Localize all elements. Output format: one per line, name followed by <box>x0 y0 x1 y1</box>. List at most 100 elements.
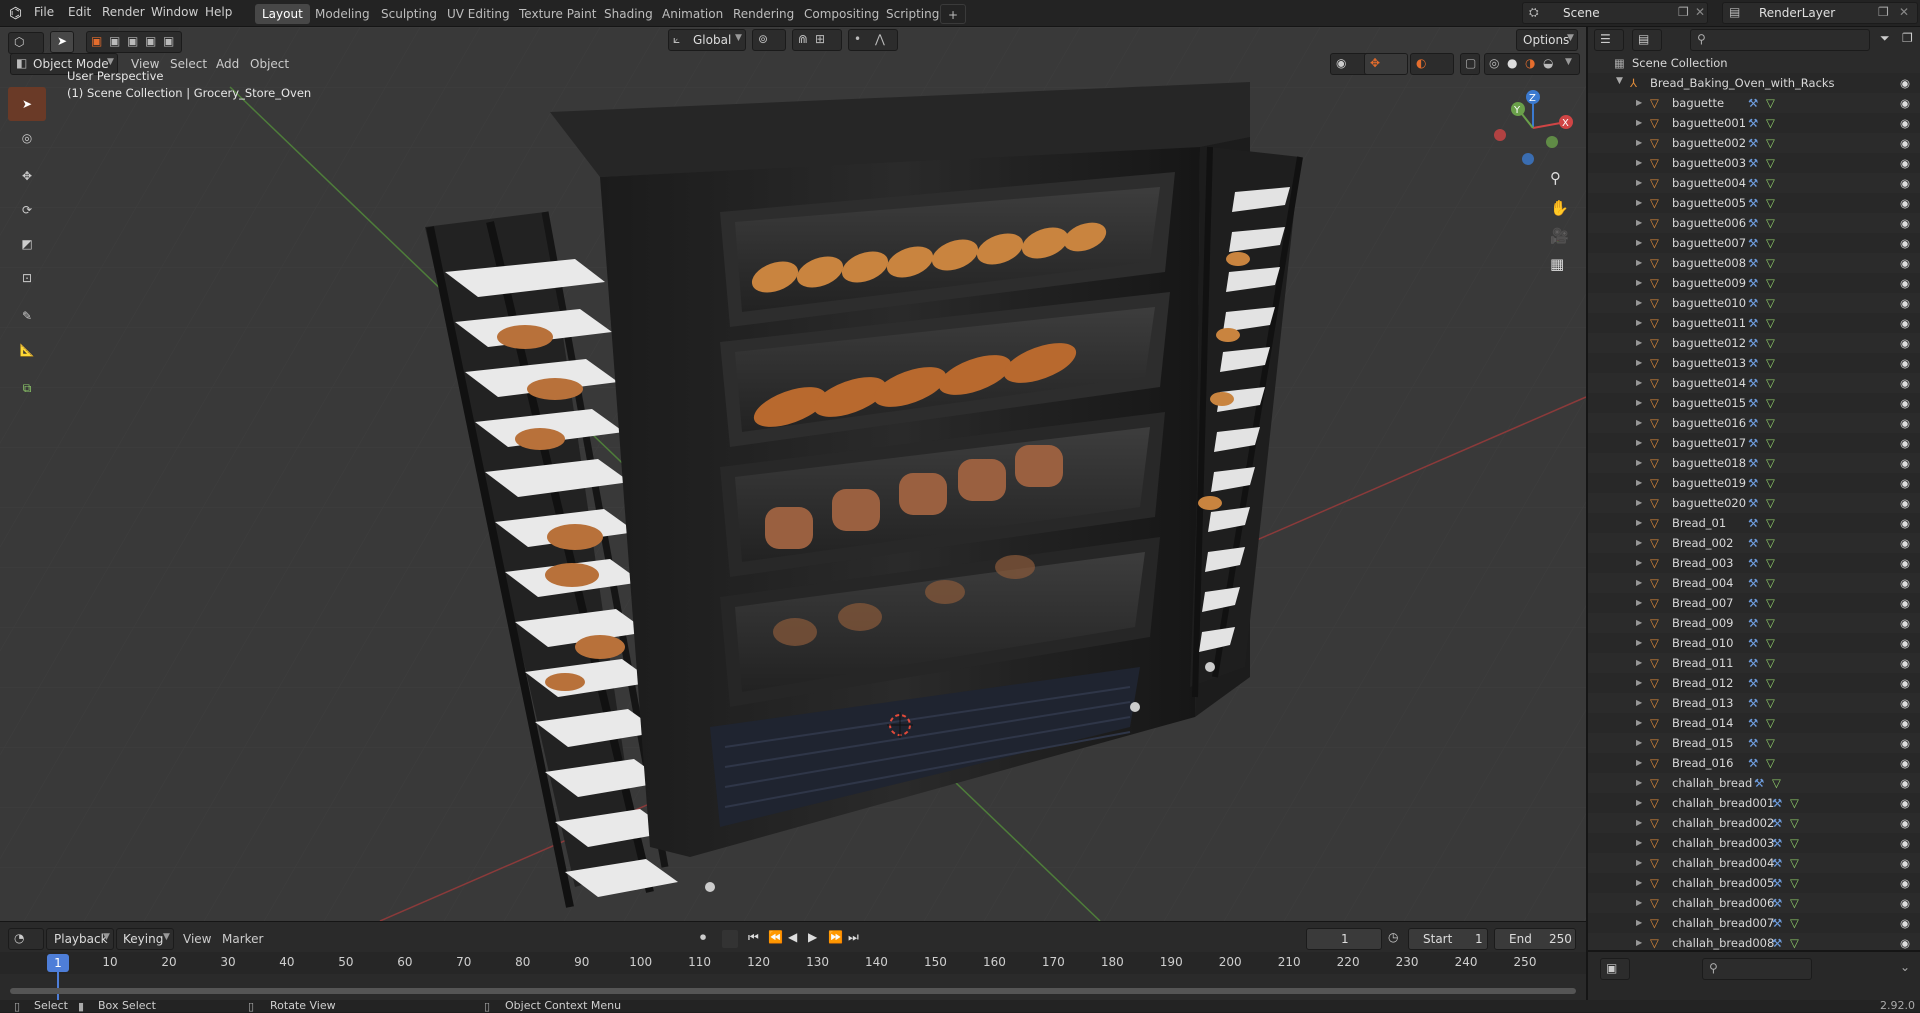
3d-viewport[interactable]: ⬡ ➤ ▣ ▣ ▣ ▣ ▣ ◧ Object Mode ▼ View Selec… <box>0 27 1586 921</box>
timeline-editor-type[interactable]: ◔ <box>8 928 44 950</box>
outliner-object-row[interactable]: ▶ ▽ baguette016 ⚒ ▽ ◉ <box>1588 413 1920 433</box>
outliner-object-row[interactable]: ▶ ▽ baguette004 ⚒ ▽ ◉ <box>1588 173 1920 193</box>
playhead[interactable]: 1 <box>47 954 69 972</box>
outliner-object-row[interactable]: ▶ ▽ baguette020 ⚒ ▽ ◉ <box>1588 493 1920 513</box>
outliner-object-row[interactable]: ▶ ▽ Bread_01 ⚒ ▽ ◉ <box>1588 513 1920 533</box>
eye-icon[interactable]: ◉ <box>1900 136 1910 150</box>
add-cube-tool[interactable]: ⧉ <box>8 371 46 405</box>
outliner-object-row[interactable]: ▶ ▽ challah_bread ⚒ ▽ ◉ <box>1588 773 1920 793</box>
outliner-object-row[interactable]: ▶ ▽ Bread_012 ⚒ ▽ ◉ <box>1588 673 1920 693</box>
menu-help[interactable]: Help <box>205 5 232 19</box>
expand-arrow-icon[interactable]: ▶ <box>1636 818 1642 827</box>
expand-arrow-icon[interactable]: ▶ <box>1636 118 1642 127</box>
outliner-object-row[interactable]: ▶ ▽ baguette006 ⚒ ▽ ◉ <box>1588 213 1920 233</box>
rendered-icon[interactable]: ◒ <box>1543 56 1553 70</box>
outliner-search-input[interactable]: ⚲ <box>1690 29 1870 51</box>
eye-icon[interactable]: ◉ <box>1900 776 1910 790</box>
eye-icon[interactable]: ◉ <box>1900 796 1910 810</box>
expand-arrow-icon[interactable]: ▶ <box>1636 918 1642 927</box>
collapse-icon[interactable]: ⌄ <box>1900 960 1910 974</box>
select-invert-icon[interactable]: ▣ <box>145 34 156 48</box>
expand-arrow-icon[interactable]: ▶ <box>1636 618 1642 627</box>
eye-icon[interactable]: ◉ <box>1900 196 1910 210</box>
annotate-tool[interactable]: ✎ <box>8 299 46 333</box>
zoom-icon[interactable]: ⚲ <box>1550 169 1561 187</box>
eye-icon[interactable]: ◉ <box>1900 616 1910 630</box>
expand-arrow-icon[interactable]: ▶ <box>1636 378 1642 387</box>
eye-icon[interactable]: ◉ <box>1900 256 1910 270</box>
editor-type-button[interactable]: ⬡ <box>8 32 44 54</box>
select-subtract-icon[interactable]: ▣ <box>127 34 138 48</box>
tab-shading[interactable]: Shading <box>597 4 660 24</box>
gizmo-toggle[interactable]: ✥ <box>1364 53 1408 75</box>
expand-arrow-icon[interactable]: ▼ <box>1616 76 1623 86</box>
jump-start-icon[interactable]: ⏮ <box>748 930 759 945</box>
selection-mode-group[interactable]: ▣ ▣ ▣ ▣ ▣ <box>86 31 182 53</box>
menu-window[interactable]: Window <box>151 5 198 19</box>
expand-arrow-icon[interactable]: ▶ <box>1636 698 1642 707</box>
timeline-scrollbar[interactable] <box>10 988 1576 994</box>
select-new-icon[interactable]: ▣ <box>91 34 102 48</box>
eye-icon[interactable]: ◉ <box>1900 596 1910 610</box>
outliner-object-row[interactable]: ▶ ▽ challah_bread003 ⚒ ▽ ◉ <box>1588 833 1920 853</box>
expand-arrow-icon[interactable]: ▶ <box>1636 558 1642 567</box>
collection-row[interactable]: ▼ ⅄ Bread_Baking_Oven_with_Racks ◉ <box>1588 73 1920 93</box>
delete-scene-icon[interactable]: ✕ <box>1695 5 1705 19</box>
eye-icon[interactable]: ◉ <box>1900 736 1910 750</box>
outliner-object-row[interactable]: ▶ ▽ challah_bread001 ⚒ ▽ ◉ <box>1588 793 1920 813</box>
delete-layer-icon[interactable]: ✕ <box>1899 5 1909 19</box>
outliner-object-row[interactable]: ▶ ▽ Bread_003 ⚒ ▽ ◉ <box>1588 553 1920 573</box>
new-layer-icon[interactable]: ❐ <box>1878 5 1889 19</box>
expand-arrow-icon[interactable]: ▶ <box>1636 478 1642 487</box>
eye-icon[interactable]: ◉ <box>1900 316 1910 330</box>
tab-modeling[interactable]: Modeling <box>308 4 377 24</box>
eye-icon[interactable]: ◉ <box>1900 296 1910 310</box>
outliner-object-row[interactable]: ▶ ▽ baguette010 ⚒ ▽ ◉ <box>1588 293 1920 313</box>
tab-texture-paint[interactable]: Texture Paint <box>512 4 603 24</box>
select-intersect-icon[interactable]: ▣ <box>163 34 174 48</box>
eye-icon[interactable]: ◉ <box>1900 76 1910 90</box>
tab-sculpting[interactable]: Sculpting <box>374 4 444 24</box>
overlays-toggle[interactable]: ◐ <box>1410 53 1454 75</box>
display-mode-button[interactable]: ▤ <box>1632 29 1662 51</box>
eye-icon[interactable]: ◉ <box>1900 516 1910 530</box>
scene-selector[interactable]: ⛭ Scene ❐ ✕ <box>1522 2 1708 24</box>
expand-arrow-icon[interactable]: ▶ <box>1636 778 1642 787</box>
outliner-object-row[interactable]: ▶ ▽ challah_bread006 ⚒ ▽ ◉ <box>1588 893 1920 913</box>
perspective-grid-icon[interactable]: ▦ <box>1550 255 1564 273</box>
outliner-object-row[interactable]: ▶ ▽ baguette009 ⚒ ▽ ◉ <box>1588 273 1920 293</box>
outliner-object-row[interactable]: ▶ ▽ baguette014 ⚒ ▽ ◉ <box>1588 373 1920 393</box>
outliner-object-row[interactable]: ▶ ▽ baguette005 ⚒ ▽ ◉ <box>1588 193 1920 213</box>
play-reverse-icon[interactable]: ◀ <box>788 930 797 944</box>
new-collection-icon[interactable]: ❐ <box>1902 31 1913 45</box>
outliner-object-row[interactable]: ▶ ▽ challah_bread007 ⚒ ▽ ◉ <box>1588 913 1920 933</box>
eye-icon[interactable]: ◉ <box>1900 116 1910 130</box>
timeline-marker-menu[interactable]: Marker <box>222 932 263 946</box>
move-tool[interactable]: ✥ <box>8 159 46 193</box>
eye-icon[interactable]: ◉ <box>1900 676 1910 690</box>
rotate-tool[interactable]: ⟳ <box>8 193 46 227</box>
xray-toggle[interactable]: ▢ <box>1460 53 1480 75</box>
pivot-point-button[interactable]: ⊚ <box>752 29 786 51</box>
select-tool-button[interactable]: ➤ <box>50 31 74 53</box>
outliner-object-row[interactable]: ▶ ▽ Bread_004 ⚒ ▽ ◉ <box>1588 573 1920 593</box>
outliner-object-row[interactable]: ▶ ▽ challah_bread005 ⚒ ▽ ◉ <box>1588 873 1920 893</box>
eye-icon[interactable]: ◉ <box>1900 156 1910 170</box>
render-layer-selector[interactable]: ▤ RenderLayer ❐ ✕ <box>1722 2 1918 24</box>
tab-scripting[interactable]: Scripting <box>879 4 946 24</box>
eye-icon[interactable]: ◉ <box>1900 816 1910 830</box>
outliner-object-row[interactable]: ▶ ▽ Bread_014 ⚒ ▽ ◉ <box>1588 713 1920 733</box>
outliner-object-row[interactable]: ▶ ▽ challah_bread002 ⚒ ▽ ◉ <box>1588 813 1920 833</box>
outliner-object-row[interactable]: ▶ ▽ baguette017 ⚒ ▽ ◉ <box>1588 433 1920 453</box>
outliner-object-row[interactable]: ▶ ▽ Bread_009 ⚒ ▽ ◉ <box>1588 613 1920 633</box>
expand-arrow-icon[interactable]: ▶ <box>1636 638 1642 647</box>
cursor-tool[interactable]: ◎ <box>8 121 46 155</box>
eye-icon[interactable]: ◉ <box>1900 356 1910 370</box>
add-workspace-button[interactable]: + <box>940 4 967 24</box>
eye-icon[interactable]: ◉ <box>1900 836 1910 850</box>
material-preview-icon[interactable]: ◑ <box>1525 56 1535 70</box>
snap-button[interactable]: ⋒ ⊞ <box>792 29 842 51</box>
shading-mode-group[interactable]: ◎ ● ◑ ◒ ▼ <box>1484 53 1580 75</box>
scale-tool[interactable]: ◩ <box>8 227 46 261</box>
auto-key-options[interactable] <box>722 930 738 948</box>
